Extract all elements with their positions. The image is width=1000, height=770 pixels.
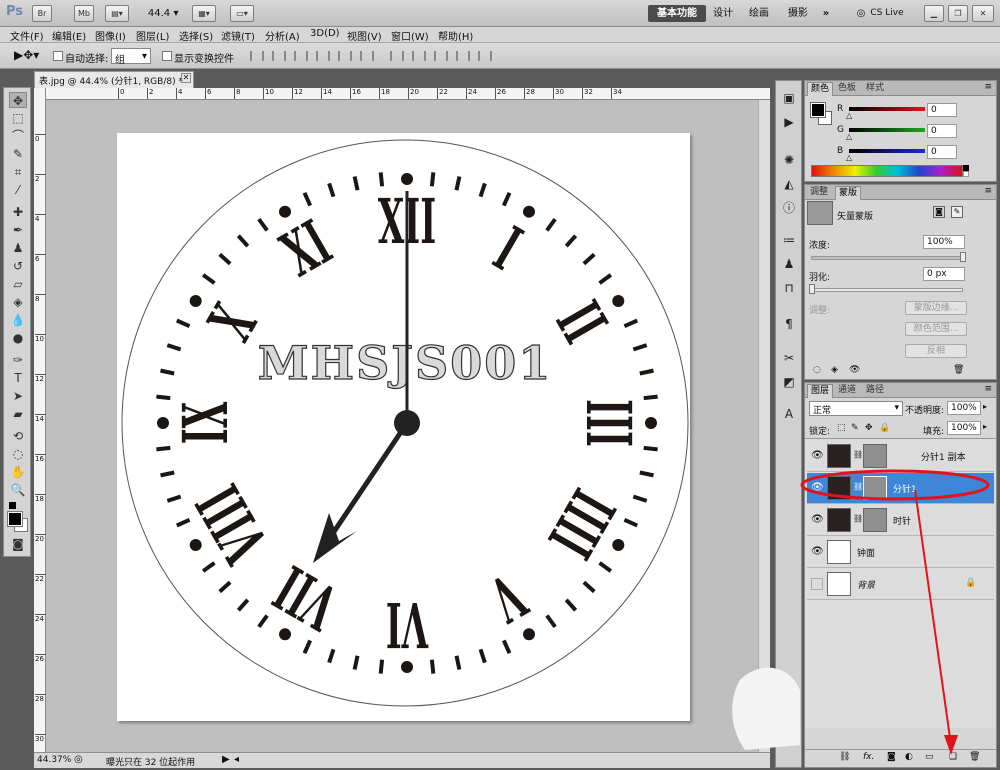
- annotation-arrow-line: [914, 489, 952, 746]
- foreground-color-swatch[interactable]: [7, 511, 23, 527]
- annotation-smudge: [732, 667, 800, 750]
- annotation-overlay: [732, 469, 990, 755]
- annotation-ellipse: [800, 469, 990, 501]
- color-foreground-swatch[interactable]: [810, 102, 826, 118]
- annotation-arrow-head: [944, 735, 958, 755]
